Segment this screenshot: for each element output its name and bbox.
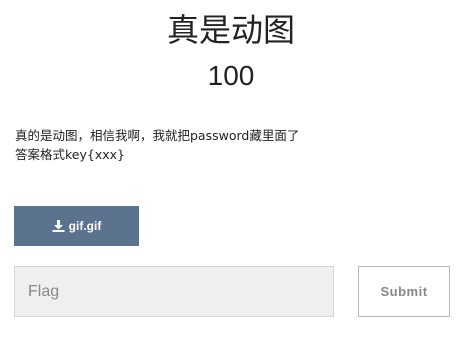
challenge-title: 真是动图 (166, 11, 295, 49)
submit-button[interactable]: Submit (358, 266, 450, 317)
challenge-description: 真的是动图，相信我啊，我就把password藏里面了 答案格式key{xxx} (15, 126, 445, 164)
flag-input[interactable] (14, 266, 334, 317)
challenge-points: 100 (207, 60, 255, 91)
download-icon (52, 220, 65, 232)
description-line: 答案格式key{xxx} (15, 147, 125, 162)
download-file-button[interactable]: gif.gif (14, 206, 139, 246)
download-file-label: gif.gif (68, 219, 102, 233)
description-line: 真的是动图，相信我啊，我就把password藏里面了 (15, 128, 300, 143)
